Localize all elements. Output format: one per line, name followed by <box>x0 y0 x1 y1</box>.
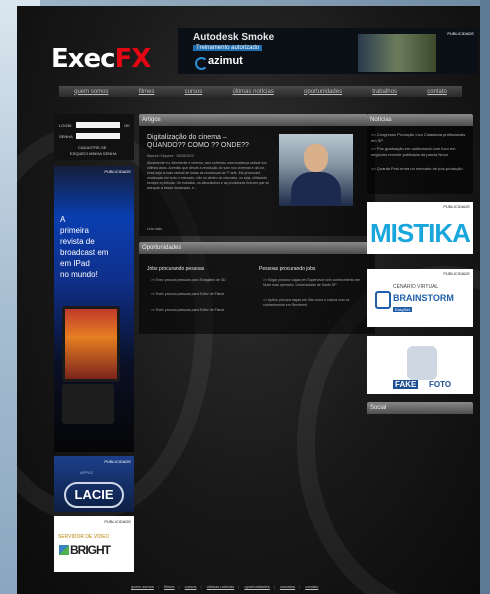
banner-tagline: Treinamento autorizado <box>193 45 263 51</box>
ad-pub-label: PUBLICIDADE <box>443 204 470 209</box>
ad-lacie[interactable]: PUBLICIDADE APPLE LACIE <box>54 456 134 512</box>
social-section: Social <box>367 402 473 414</box>
main-nav: quem somos filmes cursos últimas notícia… <box>59 86 462 97</box>
ad-pub-label: PUBLICIDADE <box>104 459 131 464</box>
job-item[interactable]: >> Exec procura pessoas para Editor de F… <box>151 292 241 297</box>
brainstorm-tagline: CENÁRIO VIRTUAL <box>393 284 439 290</box>
section-heading-oportunidades: Oportunidades <box>139 242 375 254</box>
site-page: ExecFX Autodesk Smoke Treinamento autori… <box>17 6 480 594</box>
senha-label: SENHA <box>59 134 73 139</box>
nav-item-trabalhos[interactable]: trabalhos <box>372 89 397 95</box>
mistika-logo: MISTIKA <box>370 218 471 248</box>
ad-fake-foto[interactable]: FAKE FOTO <box>367 336 473 394</box>
ad-bright-tag: SERVIDOR DE VÍDEO <box>58 534 110 540</box>
footer-link[interactable]: oportunidades <box>244 584 269 589</box>
article-excerpt: Atualmente eu, felizmente é cinema, vem … <box>147 161 270 190</box>
footer-link[interactable]: quem somos <box>131 584 154 589</box>
brainstorm-icon <box>375 291 391 309</box>
header-banner-ad[interactable]: Autodesk Smoke Treinamento autorizado az… <box>178 28 478 74</box>
banner-pub-label: PUBLICIDADE <box>447 31 474 36</box>
footer-link[interactable]: últimas notícias <box>207 584 235 589</box>
azimut-icon <box>195 57 208 70</box>
logo-text: Exec <box>51 44 116 74</box>
nav-item-quem-somos[interactable]: quem somos <box>74 89 108 95</box>
logo-accent: FX <box>114 44 152 74</box>
bright-logo-icon <box>59 545 69 555</box>
section-heading-noticias: Notícias <box>367 114 473 126</box>
news-section: Notícias >> Congresso Produção Livo Cida… <box>367 114 473 194</box>
banner-image <box>358 34 436 72</box>
people-item[interactable]: >> Ayrton procura vagas em 3ds como e co… <box>263 298 363 308</box>
footer-link[interactable]: contatos <box>280 584 295 589</box>
forgot-password-link[interactable]: ESQUECI MINHA SENHA <box>70 151 117 156</box>
ad-ipad-text: A primeira revista de broadcast em em IP… <box>60 215 109 279</box>
bright-logo: BRIGHT <box>70 543 111 557</box>
footer-link[interactable]: filmes <box>164 584 174 589</box>
hand-image <box>407 346 437 380</box>
article-photo <box>279 134 353 206</box>
article-title[interactable]: Digitalização do cinema – QUANDO?? COMO … <box>147 134 265 150</box>
site-logo[interactable]: ExecFX <box>51 44 152 74</box>
banner-partner: azimut <box>208 55 243 67</box>
banner-brand: Autodesk Smoke <box>193 32 275 43</box>
ad-pub-label: PUBLICIDADE <box>443 271 470 276</box>
register-link[interactable]: CADASTRE-SE <box>78 145 106 150</box>
fake-label: FAKE <box>393 380 419 389</box>
ad-pub-label: PUBLICIDADE <box>104 519 131 524</box>
article-section: Artigos Digitalização do cinema – QUANDO… <box>139 114 375 236</box>
photo-person-body <box>291 172 341 206</box>
foto-label: FOTO <box>429 380 452 389</box>
ad-bright[interactable]: PUBLICIDADE SERVIDOR DE VÍDEO BRIGHT <box>54 516 134 572</box>
ad-mistika[interactable]: PUBLICIDADE MISTIKA <box>367 202 473 254</box>
login-input[interactable] <box>76 122 120 128</box>
job-item[interactable]: >> Exec procura pessoas para Estagiário … <box>151 278 241 283</box>
news-item[interactable]: >> Pós graduação em audiovisual com foco… <box>371 146 469 158</box>
brainstorm-product: EasySet <box>393 307 412 312</box>
nav-item-oportunidades[interactable]: oportunidades <box>304 89 342 95</box>
login-box: LOGIN OK SENHA CADASTRE-SE ESQUECI MINHA… <box>54 114 134 160</box>
ad-brainstorm[interactable]: PUBLICIDADE CENÁRIO VIRTUAL BRAINSTORM E… <box>367 269 473 327</box>
read-more-link[interactable]: Leia mais <box>147 227 162 231</box>
people-column-title: Pessoas procurando jobs <box>259 266 316 272</box>
section-heading-social: Social <box>367 402 473 414</box>
ipad-image-dark <box>62 384 114 424</box>
article-meta: Marcelo Siqueira · 26/08/2012 <box>147 154 194 158</box>
nav-item-contato[interactable]: contato <box>427 89 447 95</box>
ad-pub-label: PUBLICIDADE <box>104 169 131 174</box>
lacie-logo: LACIE <box>64 482 124 508</box>
login-label: LOGIN <box>59 123 72 128</box>
nav-item-cursos[interactable]: cursos <box>185 89 203 95</box>
ad-lacie-small: APPLE <box>80 470 93 475</box>
job-item[interactable]: >> Exec procura pessoas para Editor de F… <box>151 308 241 313</box>
photo-person-face <box>304 144 328 172</box>
senha-input[interactable] <box>76 133 120 139</box>
nav-item-ultimas-noticias[interactable]: últimas notícias <box>232 89 273 95</box>
nav-item-filmes[interactable]: filmes <box>139 89 155 95</box>
background-edge <box>480 0 490 594</box>
brainstorm-logo: BRAINSTORM <box>393 293 454 303</box>
section-heading-artigos: Artigos <box>139 114 375 126</box>
news-item[interactable]: >> Quanta Post entra no mercado de pós-p… <box>371 166 469 172</box>
ipad-image <box>62 306 120 382</box>
ad-revista-ipad[interactable]: PUBLICIDADE A primeira revista de broadc… <box>54 166 134 452</box>
article-date: 26/08/2012 <box>176 154 194 158</box>
people-item[interactable]: >> Edgar procura vagas em Supervisor com… <box>263 278 363 288</box>
news-item[interactable]: >> Congresso Produção Livo Cidadania pro… <box>371 132 469 144</box>
jobs-column-title: Jobs procurando pessoas <box>147 266 205 272</box>
footer-nav: quem somos | filmes | cursos | últimas notí… <box>131 584 319 589</box>
footer-link[interactable]: cursos <box>185 584 197 589</box>
opportunities-section: Oportunidades Jobs procurando pessoas >>… <box>139 242 375 334</box>
article-author: Marcelo Siqueira <box>147 154 174 158</box>
login-ok-button[interactable]: OK <box>124 123 130 128</box>
footer-link[interactable]: contato <box>305 584 318 589</box>
